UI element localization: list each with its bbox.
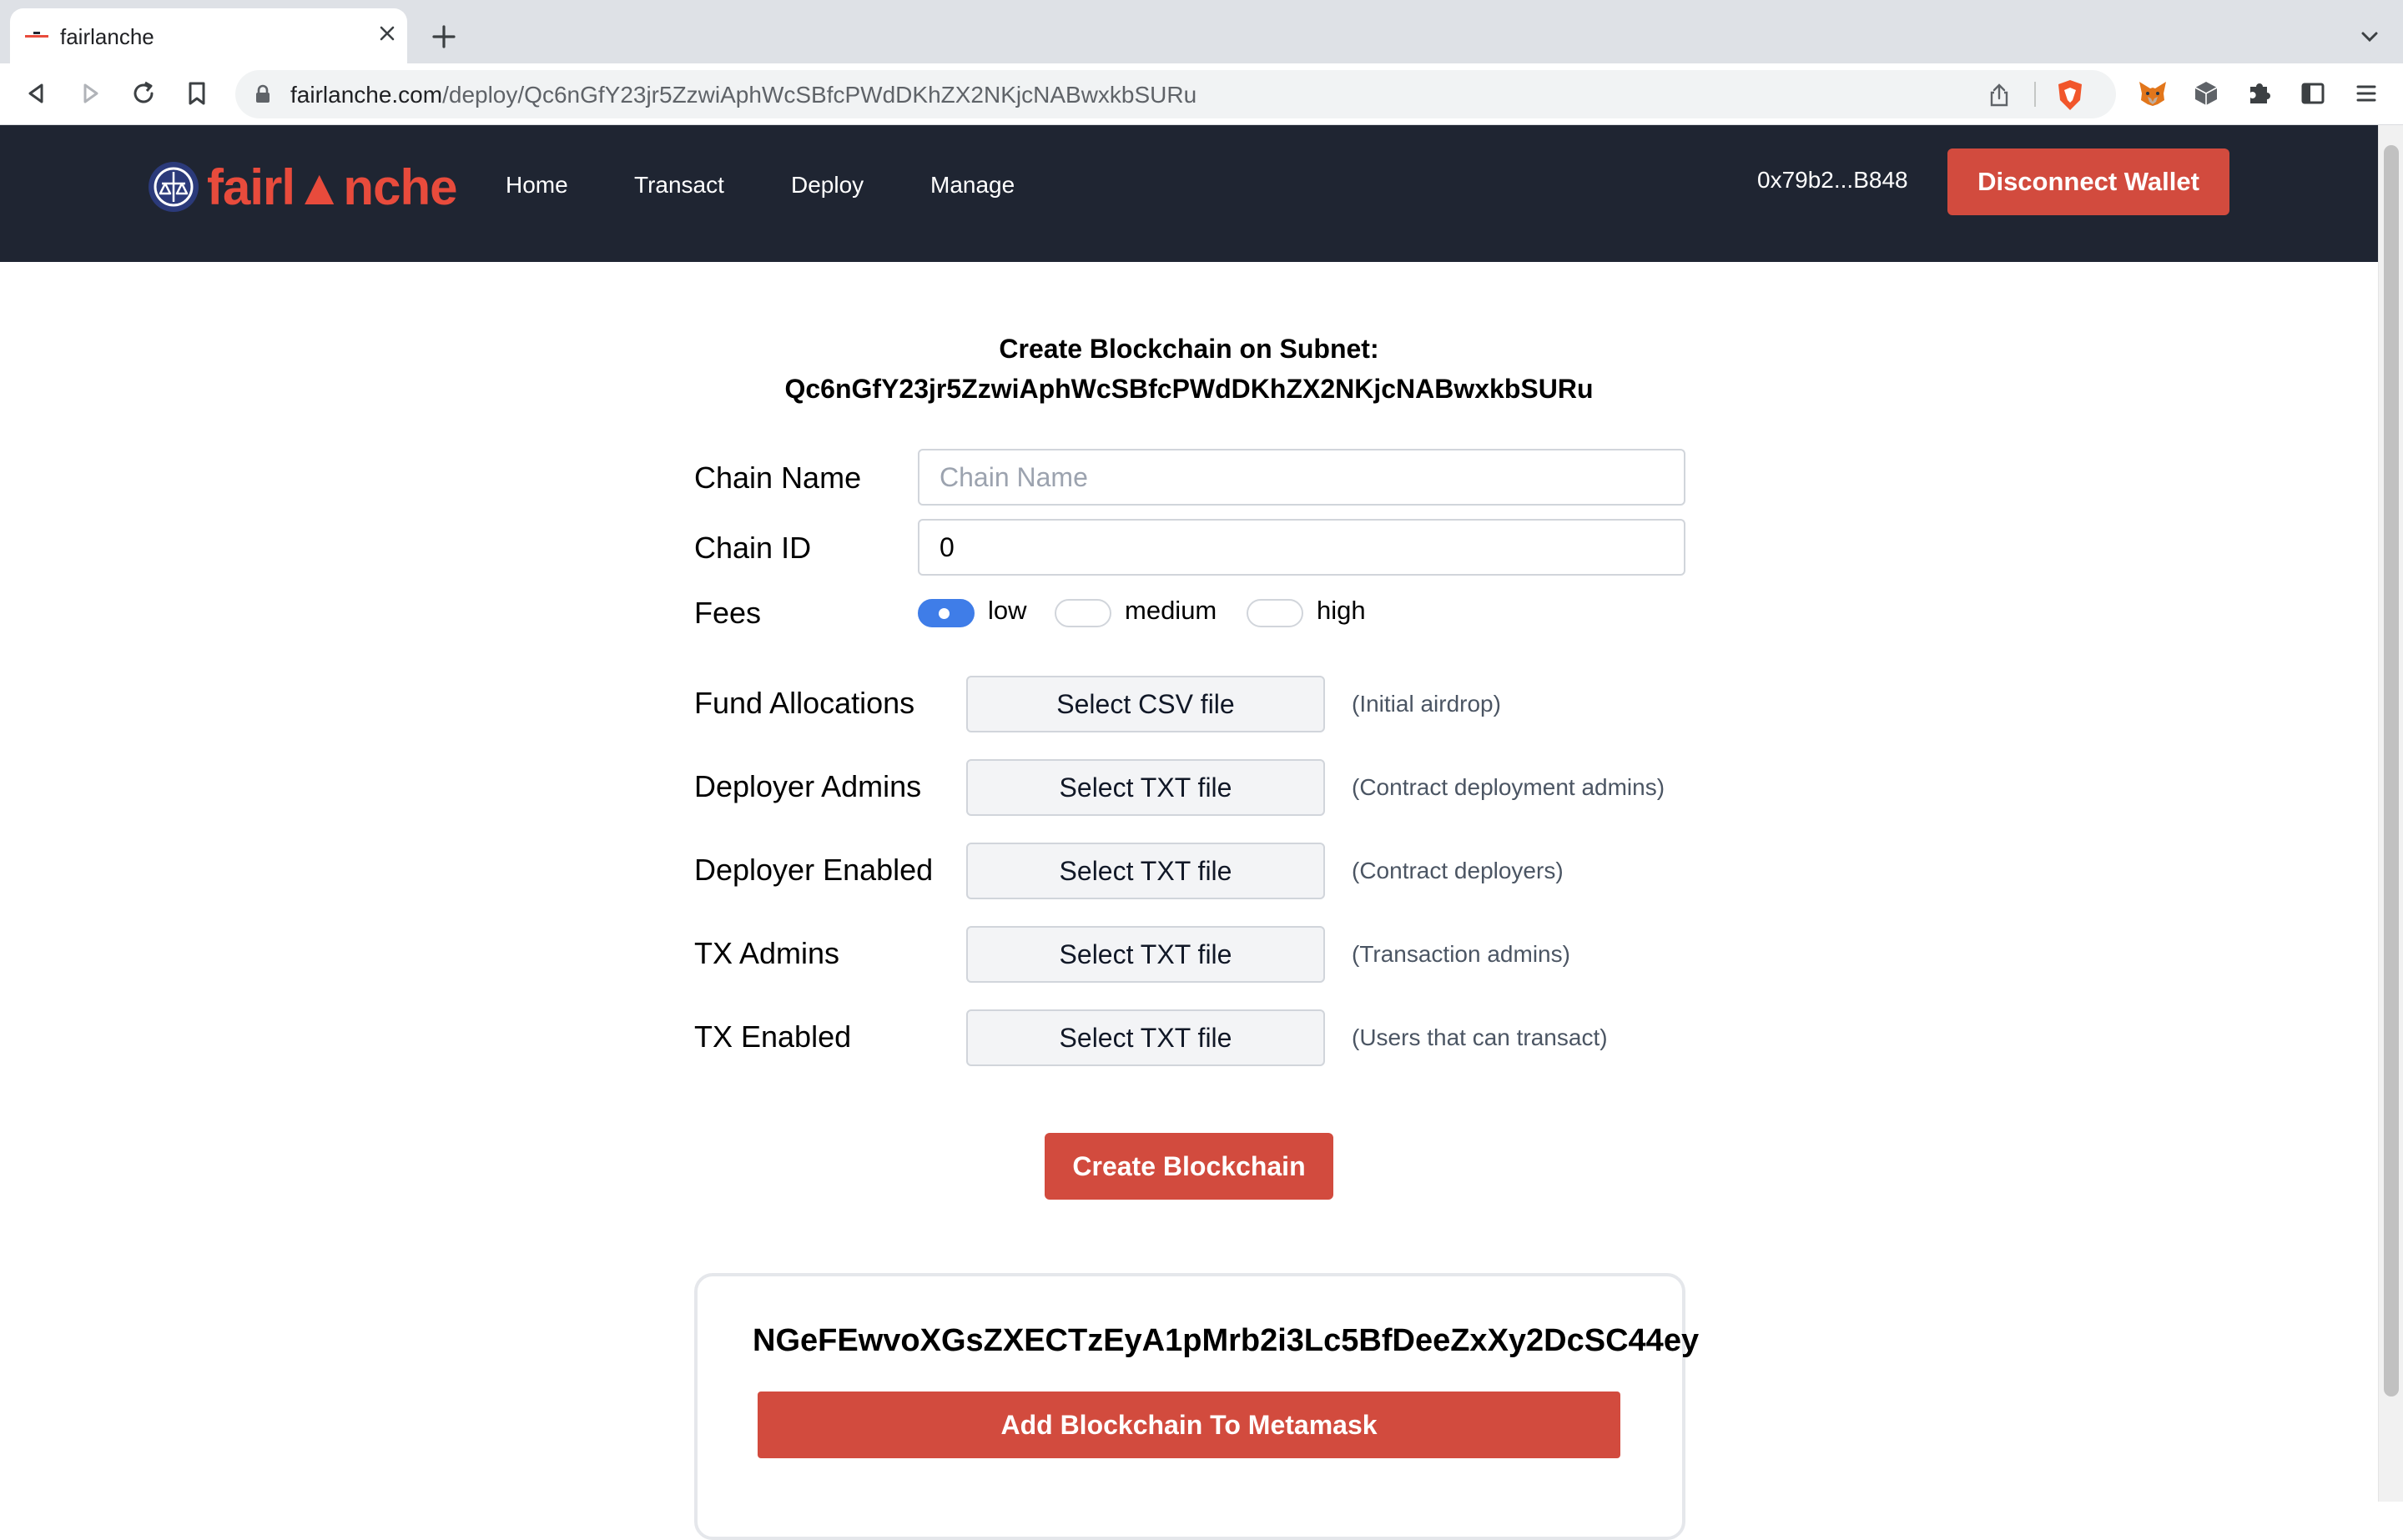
chain-name-label: Chain Name <box>694 460 862 495</box>
tab-title: fairlanche <box>60 24 154 49</box>
chevron-down-icon[interactable] <box>2358 25 2381 48</box>
chain-id-label: Chain ID <box>694 531 812 565</box>
fee-low-label: low <box>988 596 1027 625</box>
browser-tab[interactable]: fairlanche <box>10 8 407 63</box>
disconnect-wallet-button[interactable]: Disconnect Wallet <box>1947 148 2229 215</box>
chain-id-input[interactable] <box>918 519 1685 576</box>
fee-high-label: high <box>1317 596 1366 625</box>
share-icon[interactable] <box>1986 82 2013 108</box>
fee-high-toggle[interactable] <box>1247 599 1303 627</box>
scrollbar-thumb[interactable] <box>2384 145 2399 1397</box>
url-text[interactable]: fairlanche.com/deploy/Qc6nGfY23jr5ZzwiAp… <box>290 82 1196 108</box>
page-scrollbar[interactable] <box>2378 125 2403 1502</box>
omnibox-divider <box>2034 82 2036 107</box>
nav-manage[interactable]: Manage <box>930 172 1015 199</box>
logo-text: fairl▲nche <box>207 159 457 215</box>
nav-deploy[interactable]: Deploy <box>791 172 864 199</box>
browser-toolbar: fairlanche.com/deploy/Qc6nGfY23jr5ZzwiAp… <box>0 63 2403 125</box>
cube-icon[interactable] <box>2189 77 2223 110</box>
url-host: fairlanche.com <box>290 82 443 108</box>
fee-medium-label: medium <box>1125 596 1217 625</box>
subnet-id: Qc6nGfY23jr5ZzwiAphWcSBfcPWdDKhZX2NKjcNA… <box>784 374 1594 404</box>
tx-admins-hint: (Transaction admins) <box>1352 941 1570 967</box>
fee-low-toggle[interactable] <box>918 599 975 627</box>
select-txt-tx-enabled-button[interactable]: Select TXT file <box>966 1009 1325 1066</box>
select-csv-fund-allocations-button[interactable]: Select CSV file <box>966 676 1325 732</box>
fund-allocations-hint: (Initial airdrop) <box>1352 691 1501 717</box>
deployer-enabled-hint: (Contract deployers) <box>1352 858 1564 883</box>
close-icon[interactable] <box>374 20 400 47</box>
logo[interactable]: fairl▲nche <box>147 157 457 217</box>
deployer-admins-label: Deployer Admins <box>694 769 922 803</box>
deployer-admins-hint: (Contract deployment admins) <box>1352 774 1665 800</box>
browser-tabstrip: fairlanche <box>0 0 2403 63</box>
create-blockchain-button[interactable]: Create Blockchain <box>1045 1133 1333 1200</box>
blockchain-id: NGeFEwvoXGsZXECTzEyA1pMrb2i3Lc5BfDeeZxXy… <box>753 1323 1700 1358</box>
result-card: NGeFEwvoXGsZXECTzEyA1pMrb2i3Lc5BfDeeZxXy… <box>694 1273 1699 1540</box>
brave-shield-icon[interactable] <box>2054 78 2086 112</box>
sidebar-icon[interactable] <box>2296 77 2330 110</box>
logo-mark-icon <box>149 162 199 212</box>
lock-icon[interactable] <box>254 84 272 104</box>
wallet-address: 0x79b2...B848 <box>1757 167 1908 193</box>
tx-admins-label: TX Admins <box>694 936 840 970</box>
menu-icon[interactable] <box>2350 77 2383 110</box>
add-to-metamask-button[interactable]: Add Blockchain To Metamask <box>758 1392 1620 1458</box>
chain-name-input[interactable] <box>918 449 1685 506</box>
fund-allocations-label: Fund Allocations <box>694 686 915 720</box>
forward-icon[interactable] <box>72 75 108 112</box>
select-txt-deployer-enabled-button[interactable]: Select TXT file <box>966 843 1325 899</box>
favicon-icon <box>25 32 48 38</box>
select-txt-deployer-admins-button[interactable]: Select TXT file <box>966 759 1325 816</box>
reload-icon[interactable] <box>125 75 162 112</box>
page-title: Create Blockchain on Subnet: <box>999 334 1379 364</box>
bookmark-icon[interactable] <box>179 75 215 112</box>
tx-enabled-hint: (Users that can transact) <box>1352 1024 1608 1050</box>
select-txt-tx-admins-button[interactable]: Select TXT file <box>966 926 1325 983</box>
url-path: /deploy/Qc6nGfY23jr5ZzwiAphWcSBfcPWdDKhZ… <box>442 82 1197 108</box>
fee-medium-toggle[interactable] <box>1055 599 1111 627</box>
puzzle-extensions-icon[interactable] <box>2243 77 2276 110</box>
nav-home[interactable]: Home <box>506 172 568 199</box>
tx-enabled-label: TX Enabled <box>694 1019 852 1054</box>
deployer-enabled-label: Deployer Enabled <box>694 853 934 887</box>
address-bar[interactable]: fairlanche.com/deploy/Qc6nGfY23jr5ZzwiAp… <box>235 70 2116 118</box>
nav-transact[interactable]: Transact <box>634 172 724 199</box>
metamask-fox-icon[interactable] <box>2136 77 2169 110</box>
site-header: fairl▲nche Home Transact Deploy Manage 0… <box>0 125 2378 262</box>
toggle-knob <box>939 608 950 619</box>
back-icon[interactable] <box>18 75 55 112</box>
fees-label: Fees <box>694 596 762 630</box>
plus-icon[interactable] <box>427 20 461 53</box>
